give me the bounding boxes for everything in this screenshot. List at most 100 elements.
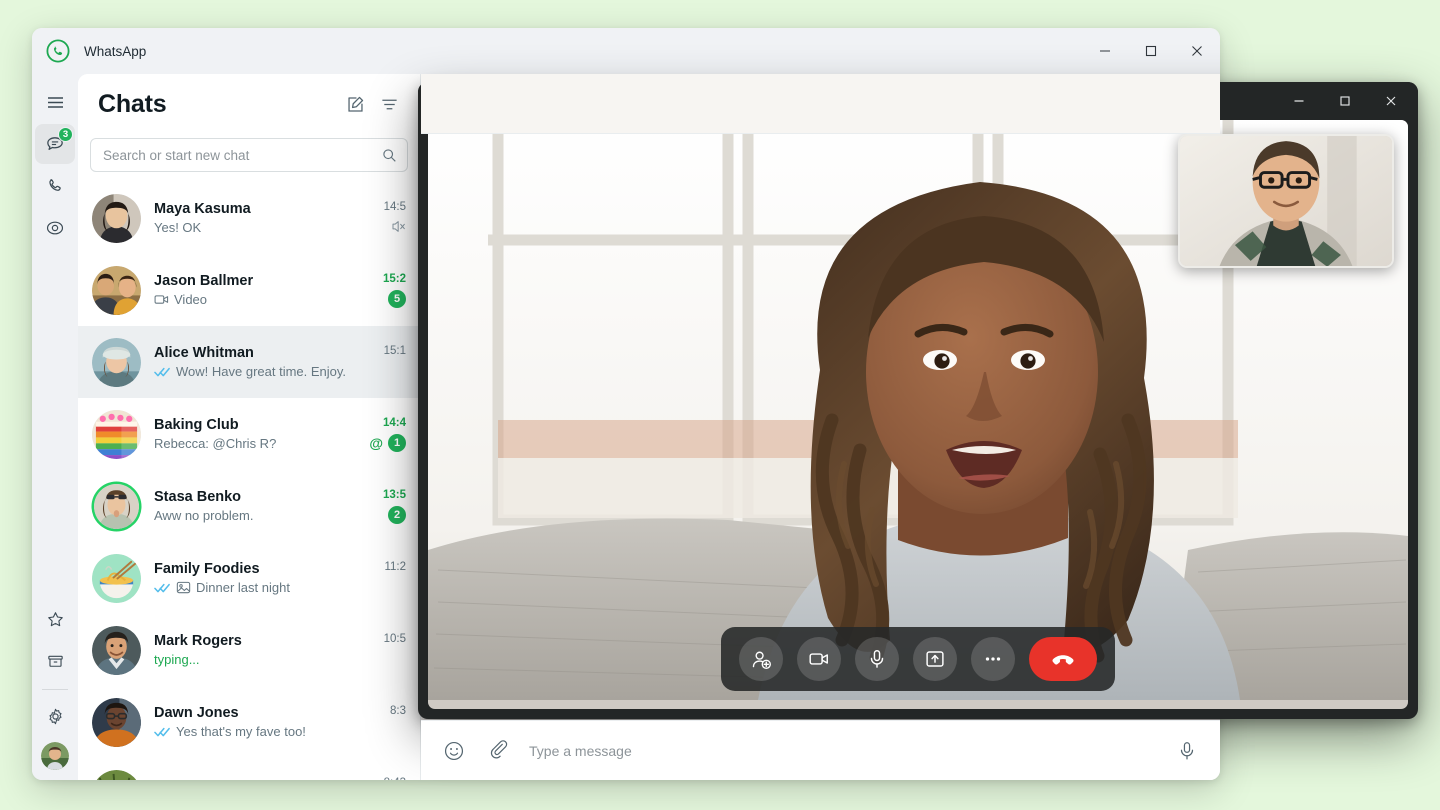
chat-timestamp: 13:5 [382, 488, 406, 501]
message-composer [421, 720, 1220, 780]
avatar [94, 483, 139, 529]
chat-preview-text: Dinner last night [196, 580, 290, 595]
chat-preview-row: Aww no problem. [154, 508, 352, 523]
chat-preview-row: Yes! OK [154, 220, 352, 235]
chat-contact-name: Dawn Jones [154, 705, 239, 721]
chat-preview-text: typing... [154, 652, 200, 667]
page-title: Chats [98, 89, 167, 118]
self-view-pip[interactable] [1178, 134, 1394, 268]
maximize-button[interactable] [1128, 28, 1174, 74]
chat-list-item[interactable]: Family Foodies Dinner last night 11:2 [78, 542, 420, 614]
window-controls [1082, 28, 1220, 74]
more-options-button[interactable] [971, 637, 1015, 681]
chat-list-item[interactable]: Dawn Jones Yes that's my fave too! 8:3 [78, 686, 420, 758]
emoji-smiley-icon[interactable] [441, 738, 467, 764]
muted-speaker-icon [391, 219, 406, 234]
avatar [92, 697, 141, 747]
search-icon[interactable] [382, 148, 397, 163]
chat-item-meta: Alice Whitman Wow! Have great time. Enjo… [154, 345, 352, 379]
chat-preview-row: Dinner last night [154, 580, 352, 595]
sidebar-item-calls[interactable] [35, 166, 75, 206]
chat-item-status: 14:5 [360, 201, 406, 236]
microphone-icon[interactable] [1174, 738, 1200, 764]
chat-preview-row: Wow! Have great time. Enjoy. [154, 364, 352, 379]
toggle-video-button[interactable] [797, 637, 841, 681]
call-video-stage [428, 120, 1408, 709]
image-icon [176, 580, 191, 595]
read-receipt-icon [154, 726, 171, 738]
person-add-icon [751, 649, 772, 670]
chat-item-meta: Stasa Benko Aww no problem. [154, 489, 352, 523]
search-box[interactable] [90, 138, 408, 172]
search-input[interactable] [103, 147, 382, 163]
avatar [92, 409, 141, 459]
sidebar-item-status[interactable] [35, 208, 75, 248]
chat-list-scroll[interactable]: Maya Kasuma Yes! OK 14:5 Jason Ballmer Vid… [78, 182, 420, 780]
chat-contact-name: Jason Ballmer [154, 273, 254, 289]
chat-list-item[interactable]: Ziggy Woodley8:43 [78, 758, 420, 780]
avatar [92, 553, 141, 603]
sidebar-item-starred[interactable] [35, 599, 75, 639]
chat-list-item[interactable]: Stasa Benko Aww no problem. 13:5 2 [78, 470, 420, 542]
chat-list-header: Chats [78, 74, 420, 134]
chat-timestamp: 8:43 [384, 777, 406, 781]
chat-timestamp: 14:4 [382, 416, 406, 429]
call-close-button[interactable] [1368, 82, 1414, 120]
chat-item-meta: Maya Kasuma Yes! OK [154, 201, 352, 235]
chat-item-meta: Jason Ballmer Video [154, 273, 352, 307]
microphone-icon [866, 648, 888, 670]
add-participant-button[interactable] [739, 637, 783, 681]
chat-preview-text: Yes that's my fave too! [176, 724, 306, 739]
toggle-mute-button[interactable] [855, 637, 899, 681]
profile-avatar[interactable] [41, 742, 69, 770]
chat-timestamp: 14:5 [383, 200, 406, 213]
chat-item-status: 15:2 5 [360, 273, 406, 308]
chat-timestamp: 8:3 [390, 704, 406, 717]
chat-list-item[interactable]: Baking Club Rebecca: @Chris R? 14:4 @1 [78, 398, 420, 470]
chat-preview-text: Rebecca: @Chris R? [154, 436, 277, 451]
hamburger-menu-icon[interactable] [35, 82, 75, 122]
message-input[interactable] [529, 742, 1156, 759]
sidebar-item-archived[interactable] [35, 641, 75, 681]
chat-list-item[interactable]: Alice Whitman Wow! Have great time. Enjo… [78, 326, 420, 398]
conversation-header [421, 74, 1220, 134]
share-screen-button[interactable] [913, 637, 957, 681]
screen-share-icon [924, 648, 946, 670]
chat-item-status: 8:3 [360, 705, 406, 740]
chat-item-status: 13:5 2 [360, 489, 406, 524]
unread-count-badge: 2 [388, 505, 406, 524]
chat-timestamp: 15:2 [382, 272, 406, 285]
close-button[interactable] [1174, 28, 1220, 74]
minimize-button[interactable] [1082, 28, 1128, 74]
ellipsis-icon [982, 648, 1004, 670]
sidebar-item-settings[interactable] [35, 696, 75, 736]
filter-lines-icon[interactable] [372, 87, 406, 121]
hangup-phone-icon [1050, 646, 1076, 672]
chat-timestamp: 15:1 [383, 344, 406, 357]
chat-contact-name: Family Foodies [154, 561, 260, 577]
chat-timestamp: 10:5 [383, 632, 406, 645]
chat-list-item[interactable]: Jason Ballmer Video 15:2 5 [78, 254, 420, 326]
sidebar-item-chats[interactable]: 3 [35, 124, 75, 164]
chat-preview-row: typing... [154, 652, 352, 667]
chat-item-status: 15:1 [360, 345, 406, 380]
call-window-controls [1276, 82, 1414, 120]
call-minimize-button[interactable] [1276, 82, 1322, 120]
chat-contact-name: Alice Whitman [154, 345, 254, 361]
avatar [92, 265, 141, 315]
call-controls-bar [721, 627, 1115, 691]
compose-pencil-icon[interactable] [338, 87, 372, 121]
chat-list-item[interactable]: Mark Rogers typing... 10:5 [78, 614, 420, 686]
call-maximize-button[interactable] [1322, 82, 1368, 120]
video-call-window: Susanna Davis End-to-end endcrypted [418, 82, 1418, 719]
avatar [92, 337, 141, 387]
chat-contact-name: Mark Rogers [154, 633, 242, 649]
chat-indicators: 5 [388, 289, 406, 308]
mention-icon: @ [369, 434, 383, 451]
chat-preview-text: Yes! OK [154, 220, 202, 235]
chat-timestamp: 11:2 [384, 560, 406, 573]
chat-list-item[interactable]: Maya Kasuma Yes! OK 14:5 [78, 182, 420, 254]
paperclip-icon[interactable] [485, 738, 511, 764]
chat-indicators: @1 [369, 433, 406, 452]
end-call-button[interactable] [1029, 637, 1097, 681]
